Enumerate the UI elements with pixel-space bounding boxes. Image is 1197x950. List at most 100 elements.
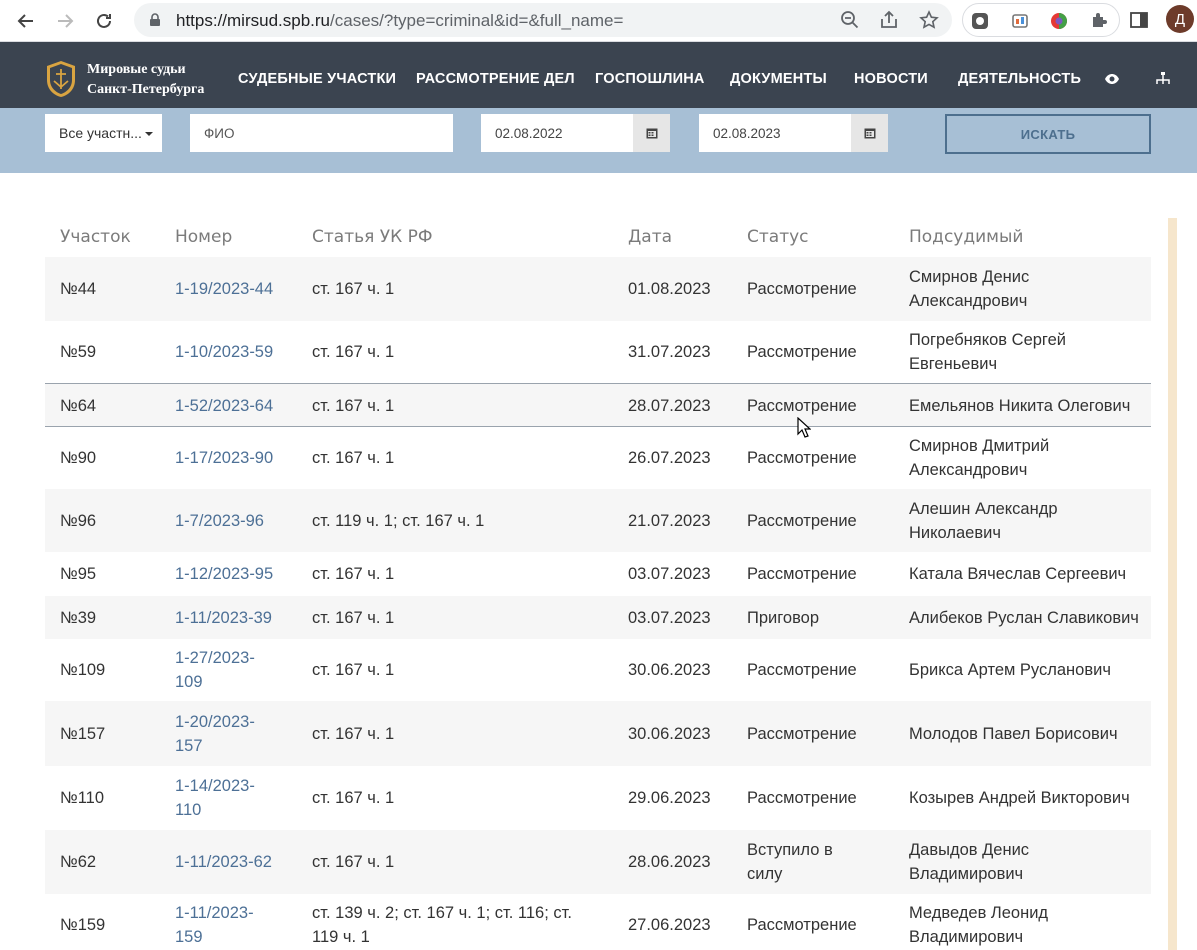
case-number-link[interactable]: 1-14/2023- 110 bbox=[175, 774, 285, 822]
case-number-link-line[interactable]: 1-11/2023-39 bbox=[175, 606, 285, 630]
back-icon[interactable] bbox=[10, 5, 42, 37]
case-number-link-line[interactable]: 110 bbox=[175, 798, 285, 822]
cell-status-line: Рассмотрение bbox=[747, 789, 857, 807]
cell-district-line: №62 bbox=[60, 853, 97, 871]
cell-article: ст. 167 ч. 1 bbox=[312, 277, 612, 301]
share-icon[interactable] bbox=[879, 10, 899, 30]
extension-1-icon[interactable] bbox=[970, 11, 990, 31]
cell-article-line: ст. 167 ч. 1 bbox=[312, 397, 395, 415]
calendar-icon[interactable] bbox=[633, 114, 670, 152]
bookmark-star-icon[interactable] bbox=[919, 10, 939, 30]
extension-2-icon[interactable] bbox=[1010, 11, 1030, 31]
extensions-puzzle-icon[interactable] bbox=[1089, 11, 1109, 31]
search-button[interactable]: ИСКАТЬ bbox=[945, 114, 1151, 154]
cell-article-line: ст. 167 ч. 1 bbox=[312, 343, 395, 361]
table-row[interactable]: №159 1-11/2023- 159 ст. 139 ч. 2; ст. 167 ч… bbox=[45, 894, 1151, 950]
cell-defendant-line: Алибеков Руслан Славикович bbox=[909, 609, 1139, 627]
table-row[interactable]: №110 1-14/2023- 110 ст. 167 ч. 1 29.06.2023 Р… bbox=[45, 766, 1151, 830]
case-number-link[interactable]: 1-12/2023-95 bbox=[175, 562, 285, 586]
case-number-link-line[interactable]: 109 bbox=[175, 670, 285, 694]
case-number-link-line[interactable]: 1-27/2023- bbox=[175, 646, 285, 670]
menu-case-review[interactable]: РАССМОТРЕНИЕ ДЕЛ bbox=[416, 71, 575, 87]
case-number-link-line[interactable]: 1-14/2023- bbox=[175, 774, 285, 798]
url-host: https://mirsud.spb.ru bbox=[176, 11, 331, 30]
table-row[interactable]: №39 1-11/2023-39 ст. 167 ч. 1 03.07.2023 При… bbox=[45, 596, 1151, 639]
side-panel-icon[interactable] bbox=[1129, 10, 1149, 30]
site-logo-text[interactable]: Мировые судьи Санкт-Петербурга bbox=[87, 60, 204, 100]
case-number-link-line[interactable]: 1-12/2023-95 bbox=[175, 562, 285, 586]
case-number-link-line[interactable]: 1-19/2023-44 bbox=[175, 277, 285, 301]
zoom-icon[interactable] bbox=[840, 10, 860, 30]
column-header-number[interactable]: Номер bbox=[175, 227, 232, 247]
case-number-link[interactable]: 1-52/2023-64 bbox=[175, 394, 285, 418]
column-header-status[interactable]: Статус bbox=[747, 227, 809, 247]
cell-defendant-line: Козырев Андрей Викторович bbox=[909, 789, 1130, 807]
case-number-link[interactable]: 1-27/2023- 109 bbox=[175, 646, 285, 694]
case-number-link-line[interactable]: 1-20/2023- bbox=[175, 710, 285, 734]
cell-date: 30.06.2023 bbox=[628, 722, 711, 746]
case-number-link[interactable]: 1-11/2023- 159 bbox=[175, 901, 285, 949]
cell-defendant-line: Брикса Артем Русланович bbox=[909, 661, 1111, 679]
cell-article: ст. 167 ч. 1 bbox=[312, 658, 612, 682]
case-number-link-line[interactable]: 159 bbox=[175, 925, 285, 949]
menu-court-districts[interactable]: СУДЕБНЫЕ УЧАСТКИ bbox=[238, 71, 396, 87]
date-from-input[interactable]: 02.08.2022 bbox=[481, 114, 633, 152]
cell-defendant-line: Катала Вячеслав Сергеевич bbox=[909, 565, 1127, 583]
address-bar[interactable]: https://mirsud.spb.ru/cases/?type=crimin… bbox=[134, 3, 952, 37]
menu-state-fee[interactable]: ГОСПОШЛИНА bbox=[595, 71, 705, 87]
table-row[interactable]: №90 1-17/2023-90 ст. 167 ч. 1 26.07.2023 Рас… bbox=[45, 427, 1151, 489]
case-number-link[interactable]: 1-10/2023-59 bbox=[175, 340, 285, 364]
case-number-link[interactable]: 1-7/2023-96 bbox=[175, 509, 285, 533]
cell-article: ст. 167 ч. 1 bbox=[312, 340, 612, 364]
fio-input[interactable]: ФИО bbox=[190, 114, 453, 152]
cell-status-line: Рассмотрение bbox=[747, 343, 857, 361]
case-number-link-line[interactable]: 1-11/2023-62 bbox=[175, 850, 285, 874]
case-number-link[interactable]: 1-11/2023-39 bbox=[175, 606, 285, 630]
case-number-link-line[interactable]: 1-10/2023-59 bbox=[175, 340, 285, 364]
column-header-district[interactable]: Участок bbox=[60, 227, 131, 247]
extension-3-icon[interactable] bbox=[1049, 11, 1069, 31]
case-number-link[interactable]: 1-19/2023-44 bbox=[175, 277, 285, 301]
case-number-link-line[interactable]: 1-52/2023-64 bbox=[175, 394, 285, 418]
cell-article-line: ст. 167 ч. 1 bbox=[312, 609, 395, 627]
case-number-link[interactable]: 1-17/2023-90 bbox=[175, 446, 285, 470]
mouse-cursor-icon bbox=[797, 417, 811, 438]
column-header-article[interactable]: Статья УК РФ bbox=[312, 227, 432, 247]
case-number-link-line[interactable]: 157 bbox=[175, 734, 285, 758]
table-row[interactable]: №44 1-19/2023-44 ст. 167 ч. 1 01.08.2023 Рас… bbox=[45, 257, 1151, 321]
court-emblem-logo[interactable] bbox=[44, 59, 78, 99]
case-number-link[interactable]: 1-20/2023- 157 bbox=[175, 710, 285, 758]
menu-news[interactable]: НОВОСТИ bbox=[854, 71, 928, 87]
reload-icon[interactable] bbox=[88, 5, 120, 37]
calendar-icon[interactable] bbox=[851, 114, 888, 152]
eye-icon[interactable] bbox=[1104, 71, 1120, 87]
column-header-date[interactable]: Дата bbox=[628, 227, 672, 247]
url-text[interactable]: https://mirsud.spb.ru/cases/?type=crimin… bbox=[176, 11, 623, 31]
cell-status: Вступило в силу bbox=[747, 838, 887, 886]
site-header: Мировые судьи Санкт-Петербурга СУДЕБНЫЕ … bbox=[0, 42, 1197, 108]
table-row[interactable]: №109 1-27/2023- 109 ст. 167 ч. 1 30.06.2023 Р… bbox=[45, 639, 1151, 701]
case-number-link-line[interactable]: 1-17/2023-90 bbox=[175, 446, 285, 470]
table-row[interactable]: №96 1-7/2023-96 ст. 119 ч. 1; ст. 167 ч. 1… bbox=[45, 489, 1151, 552]
forward-icon[interactable] bbox=[49, 5, 81, 37]
table-row[interactable]: №157 1-20/2023- 157 ст. 167 ч. 1 30.06.2023 Р… bbox=[45, 701, 1151, 766]
table-row[interactable]: №95 1-12/2023-95 ст. 167 ч. 1 03.07.2023 Рас… bbox=[45, 552, 1151, 596]
table-row[interactable]: №59 1-10/2023-59 ст. 167 ч. 1 31.07.2023 Рас… bbox=[45, 321, 1151, 383]
date-to-input[interactable]: 02.08.2023 bbox=[699, 114, 851, 152]
lock-icon[interactable] bbox=[148, 13, 162, 27]
case-number-link[interactable]: 1-11/2023-62 bbox=[175, 850, 285, 874]
table-row[interactable]: №62 1-11/2023-62 ст. 167 ч. 1 28.06.2023 Вст… bbox=[45, 830, 1151, 894]
column-header-defendant[interactable]: Подсудимый bbox=[909, 227, 1023, 247]
sitemap-icon[interactable] bbox=[1155, 71, 1171, 87]
profile-avatar[interactable]: Д bbox=[1166, 5, 1194, 33]
menu-documents[interactable]: ДОКУМЕНТЫ bbox=[730, 71, 827, 87]
cell-district-line: №59 bbox=[60, 343, 97, 361]
scrollbar[interactable] bbox=[1168, 218, 1177, 950]
menu-activity[interactable]: ДЕЯТЕЛЬНОСТЬ bbox=[958, 71, 1081, 87]
case-number-link-line[interactable]: 1-11/2023- bbox=[175, 901, 285, 925]
cell-status: Рассмотрение bbox=[747, 509, 887, 533]
case-number-link-line[interactable]: 1-7/2023-96 bbox=[175, 509, 285, 533]
cell-date-line: 26.07.2023 bbox=[628, 449, 711, 467]
district-select[interactable]: Все участн... bbox=[45, 114, 162, 152]
table-row[interactable]: №64 1-52/2023-64 ст. 167 ч. 1 28.07.2023 Рас… bbox=[45, 383, 1151, 427]
